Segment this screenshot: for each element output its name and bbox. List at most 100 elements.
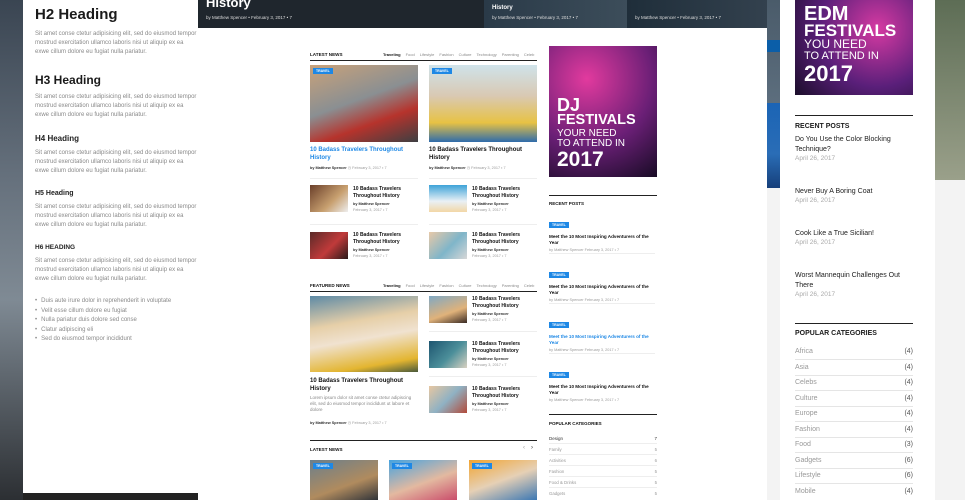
category-tag[interactable]: TRAVEL — [549, 222, 569, 228]
category-item[interactable]: Food (3) — [795, 437, 913, 453]
category-tag[interactable]: TRAVEL — [313, 463, 333, 469]
article-title[interactable]: 10 Badass Travelers Throughout History — [472, 232, 537, 245]
category-item[interactable]: Family 5 — [549, 444, 657, 455]
category-item[interactable]: Fashion 5 — [549, 466, 657, 477]
category-name[interactable]: Design — [549, 436, 563, 441]
category-item[interactable]: Design 7 — [549, 433, 657, 444]
category-name[interactable]: Lifestyle — [795, 472, 821, 479]
article-image[interactable]: TRAVEL — [389, 460, 457, 500]
category-tag[interactable]: TRAVEL — [392, 463, 412, 469]
tab[interactable]: Parenting — [502, 283, 519, 288]
recent-post[interactable]: Worst Mannequin Challenges Out There Apr… — [795, 271, 905, 298]
category-item[interactable]: Mobile (4) — [795, 484, 913, 499]
thumb-image[interactable] — [429, 386, 467, 413]
article-title[interactable]: 10 Badass Travelers Throughout History — [310, 378, 418, 393]
category-name[interactable]: Fashion — [795, 426, 820, 433]
recent-post-title[interactable]: Meet the 10 Most Inspiring Adventurers o… — [549, 334, 657, 346]
tab[interactable]: Celeb — [524, 52, 534, 57]
featured-article-image[interactable] — [310, 296, 418, 372]
thumb-image[interactable] — [310, 185, 348, 212]
tab[interactable]: Parenting — [502, 52, 519, 57]
category-name[interactable]: Fashion — [549, 469, 564, 474]
category-name[interactable]: Africa — [795, 348, 813, 355]
category-item[interactable]: Africa (4) — [795, 344, 913, 360]
recent-post[interactable]: Never Buy A Boring Coat April 26, 2017 — [795, 187, 905, 204]
category-item[interactable]: Gadgets (6) — [795, 453, 913, 469]
article-title[interactable]: 10 Badass Travelers Throughout History — [472, 296, 537, 309]
recent-post-title[interactable]: Meet the 10 Most Inspiring Adventurers o… — [549, 384, 657, 396]
edm-festivals-ad[interactable]: EDM FESTIVALS YOU NEED TO ATTEND IN 2017 — [795, 0, 913, 95]
hero-title[interactable]: History — [206, 0, 251, 10]
recent-post-title[interactable]: Never Buy A Boring Coat — [795, 187, 905, 197]
recent-post[interactable]: Cook Like a True Sicilian! April 26, 201… — [795, 229, 905, 246]
category-item[interactable]: Asia (4) — [795, 360, 913, 376]
category-item[interactable]: Food & Drinks 5 — [549, 477, 657, 488]
hero-slide[interactable] — [627, 0, 767, 28]
recent-post-title[interactable]: Do You Use the Color Blocking Technique? — [795, 135, 905, 155]
category-name[interactable]: Culture — [795, 395, 818, 402]
article-title[interactable]: 10 Badass Travelers Throughout History — [472, 186, 537, 199]
tab[interactable]: Traveling — [383, 283, 401, 288]
prev-arrow-icon[interactable]: ‹ — [523, 445, 525, 451]
recent-post[interactable]: TRAVEL Meet the 10 Most Inspiring Advent… — [549, 213, 657, 252]
article-title[interactable]: 10 Badass Travelers Throughout History — [429, 147, 537, 162]
article-title[interactable]: 10 Badass Travelers Throughout History — [353, 186, 418, 199]
recent-post-title[interactable]: Worst Mannequin Challenges Out There — [795, 271, 905, 291]
category-name[interactable]: Mobile — [795, 488, 816, 495]
thumb-image[interactable] — [429, 185, 467, 212]
thumb-image[interactable] — [310, 232, 348, 259]
tab[interactable]: Culture — [459, 283, 472, 288]
article-image[interactable]: TRAVEL — [469, 460, 537, 500]
category-item[interactable]: Culture (4) — [795, 391, 913, 407]
article-title[interactable]: 10 Badass Travelers Throughout History — [472, 341, 537, 354]
category-name[interactable]: Gadgets — [549, 491, 565, 496]
category-tag[interactable]: TRAVEL — [472, 463, 492, 469]
category-tag[interactable]: TRAVEL — [313, 68, 333, 74]
category-name[interactable]: Food & Drinks — [549, 480, 576, 485]
article-title[interactable]: 10 Badass Travelers Throughout History — [353, 232, 418, 245]
category-item[interactable]: Fashion (4) — [795, 422, 913, 438]
recent-post-title[interactable]: Meet the 10 Most Inspiring Adventurers o… — [549, 284, 657, 296]
tab[interactable]: Lifestyle — [420, 52, 435, 57]
dj-festivals-ad[interactable]: DJ FESTIVALS YOUR NEED TO ATTEND IN 2017 — [549, 46, 657, 177]
category-tag[interactable]: TRAVEL — [549, 322, 569, 328]
category-name[interactable]: Asia — [795, 364, 809, 371]
tab[interactable]: Lifestyle — [420, 283, 435, 288]
article-title[interactable]: 10 Badass Travelers Throughout History — [472, 386, 537, 399]
next-arrow-icon[interactable]: › — [531, 445, 533, 451]
tab[interactable]: Fashion — [439, 52, 453, 57]
article-image[interactable]: TRAVEL — [429, 65, 537, 142]
article-title[interactable]: 10 Badass Travelers Throughout History — [310, 147, 418, 162]
recent-post[interactable]: TRAVEL Meet the 10 Most Inspiring Advent… — [549, 363, 657, 402]
tab[interactable]: Food — [406, 283, 415, 288]
recent-post-title[interactable]: Meet the 10 Most Inspiring Adventurers o… — [549, 234, 657, 246]
article-image[interactable]: TRAVEL — [310, 65, 418, 142]
category-name[interactable]: Europe — [795, 410, 818, 417]
category-tag[interactable]: TRAVEL — [432, 68, 452, 74]
tab[interactable]: Fashion — [439, 283, 453, 288]
category-item[interactable]: Lifestyle (6) — [795, 468, 913, 484]
tab[interactable]: Culture — [459, 52, 472, 57]
category-name[interactable]: Food — [795, 441, 811, 448]
category-item[interactable]: Celebs (4) — [795, 375, 913, 391]
category-name[interactable]: Celebs — [795, 379, 817, 386]
category-tag[interactable]: TRAVEL — [549, 272, 569, 278]
category-name[interactable]: Gadgets — [795, 457, 821, 464]
category-item[interactable]: Activities 6 — [549, 455, 657, 466]
category-item[interactable]: Europe (4) — [795, 406, 913, 422]
thumb-image[interactable] — [429, 296, 467, 323]
tab[interactable]: Traveling — [383, 52, 401, 57]
hero-slide-title[interactable]: History — [492, 5, 513, 11]
tab[interactable]: Technology — [477, 52, 497, 57]
tab[interactable]: Food — [406, 52, 415, 57]
category-name[interactable]: Family — [549, 447, 562, 452]
article-image[interactable]: TRAVEL — [310, 460, 378, 500]
thumb-image[interactable] — [429, 232, 467, 259]
category-tag[interactable]: TRAVEL — [549, 372, 569, 378]
tab[interactable]: Technology — [477, 283, 497, 288]
thumb-image[interactable] — [429, 341, 467, 368]
recent-post-title[interactable]: Cook Like a True Sicilian! — [795, 229, 905, 239]
category-item[interactable]: Gadgets 5 — [549, 488, 657, 499]
tab[interactable]: Celeb — [524, 283, 534, 288]
recent-post[interactable]: TRAVEL Meet the 10 Most Inspiring Advent… — [549, 313, 657, 352]
